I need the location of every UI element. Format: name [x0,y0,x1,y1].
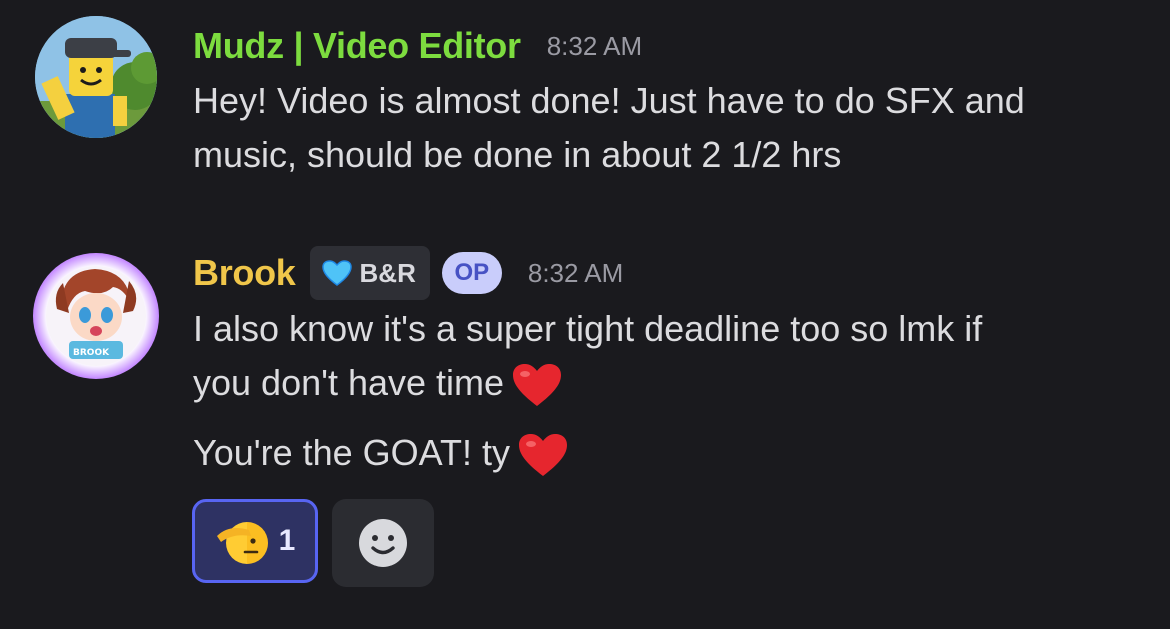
guild-tag[interactable]: B&R [309,246,430,300]
red-heart-icon [519,434,568,477]
message-header: Brook B&R OP 8:32 AM [193,246,623,300]
message-line: music, should be done in about 2 1/2 hrs [193,134,842,175]
op-badge: OP [441,252,502,294]
blue-heart-icon [321,260,352,286]
message-content-2: You're the GOAT! ty [193,426,1133,480]
roblox-avatar-icon [35,16,157,138]
message-content: Hey! Video is almost done! Just have to … [193,74,1133,182]
anime-avatar-icon: BROOK [46,266,146,366]
message-content: I also know it's a super tight deadline … [193,302,1133,410]
smiley-add-reaction-icon [359,519,407,567]
username[interactable]: Brook [193,252,296,294]
red-heart-icon [513,364,562,407]
avatar-brook[interactable]: BROOK [33,253,159,379]
chat-view: Mudz | Video Editor 8:32 AM Hey! Video i… [0,0,1170,629]
message-line: Hey! Video is almost done! Just have to … [193,80,1025,121]
message-header: Mudz | Video Editor 8:32 AM [193,22,642,70]
message-line: you don't have time [193,356,1133,410]
message-line-text: you don't have time [193,362,505,403]
timestamp: 8:32 AM [527,257,624,288]
avatar-mudz[interactable] [35,16,157,138]
svg-text:BROOK: BROOK [73,348,110,358]
reactions-bar: 1 [192,499,434,587]
saluting-face-icon [216,522,268,564]
message-line: You're the GOAT! ty [193,426,1133,480]
username[interactable]: Mudz | Video Editor [193,25,521,67]
timestamp: 8:32 AM [546,30,643,61]
message-line-text: You're the GOAT! ty [193,432,511,473]
reaction-saluting-face[interactable]: 1 [192,499,318,583]
message-line: I also know it's a super tight deadline … [193,308,983,349]
guild-tag-label: B&R [359,257,416,288]
add-reaction-button[interactable] [332,499,434,587]
reaction-count: 1 [278,524,296,557]
